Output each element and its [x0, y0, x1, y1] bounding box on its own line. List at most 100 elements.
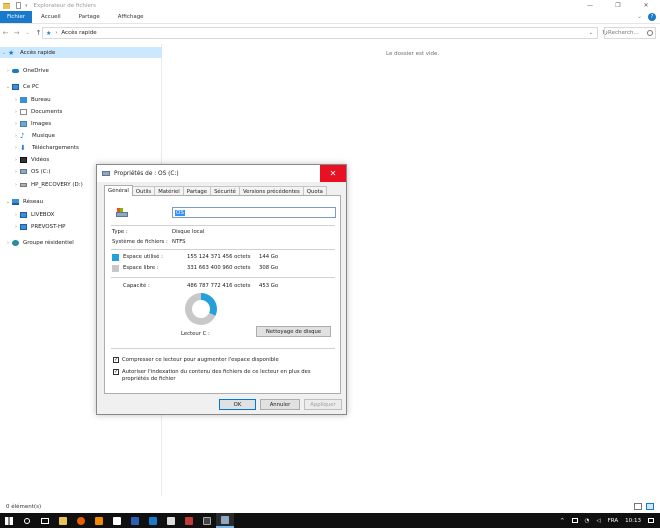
task-view-button[interactable]: [36, 513, 54, 528]
network-icon[interactable]: ◔: [585, 518, 590, 524]
chevron-right-icon[interactable]: ›: [12, 182, 20, 188]
close-button[interactable]: ✕: [632, 0, 660, 11]
chevron-right-icon[interactable]: ›: [12, 169, 20, 175]
battery-icon[interactable]: [571, 518, 578, 523]
ok-button[interactable]: OK: [219, 399, 256, 410]
taskbar-app-store[interactable]: [108, 513, 126, 528]
download-icon: ⬇: [20, 143, 26, 152]
address-path[interactable]: Accès rapide: [61, 30, 96, 36]
used-space-bytes: 155 124 371 456 octets: [187, 254, 251, 260]
nav-label: Bureau: [31, 96, 51, 103]
chevron-right-icon[interactable]: ›: [4, 240, 12, 246]
taskbar-app-display[interactable]: [198, 513, 216, 528]
taskbar-app-firefox[interactable]: [72, 513, 90, 528]
taskbar-search-button[interactable]: [18, 513, 36, 528]
chevron-right-icon[interactable]: ›: [12, 145, 20, 151]
chevron-right-icon[interactable]: ›: [55, 30, 57, 36]
chevron-right-icon[interactable]: ›: [12, 212, 20, 218]
maximize-button[interactable]: ❐: [604, 0, 632, 11]
images-icon: [20, 120, 27, 127]
address-bar[interactable]: ★ › Accès rapide ⌄: [42, 27, 598, 39]
chevron-right-icon[interactable]: ›: [12, 109, 20, 115]
chevron-down-icon[interactable]: ⌄: [589, 30, 593, 36]
taskbar-app-calculator[interactable]: [162, 513, 180, 528]
chevron-right-icon[interactable]: ›: [4, 68, 12, 74]
show-hidden-icons-icon[interactable]: ^: [560, 518, 565, 524]
compress-checkbox[interactable]: ✓: [113, 357, 119, 363]
compress-label[interactable]: Compresser ce lecteur pour augmenter l'e…: [122, 357, 279, 363]
chevron-right-icon[interactable]: ›: [12, 157, 20, 163]
recent-dropdown-icon[interactable]: ⌄: [22, 30, 33, 36]
details-view-icon[interactable]: [634, 503, 642, 510]
nav-item-this-pc[interactable]: ⌄ Ce PC: [4, 81, 39, 92]
drive-name-input[interactable]: OS: [172, 207, 336, 218]
desktop-folder-icon: [20, 96, 27, 103]
tab-share[interactable]: Partage: [70, 11, 109, 23]
large-icons-view-icon[interactable]: [646, 503, 654, 510]
indexing-label[interactable]: Autoriser l'indexation du contenu des fi…: [122, 369, 327, 383]
taskbar-app-media[interactable]: [144, 513, 162, 528]
dialog-titlebar: Propriétés de : OS (C:) ✕: [97, 165, 346, 182]
free-space-size: 308 Go: [259, 265, 279, 271]
notifications-icon[interactable]: [648, 518, 654, 523]
nav-item-hp-recovery[interactable]: › HP_RECOVERY (D:): [12, 179, 83, 190]
chevron-right-icon[interactable]: ›: [12, 121, 20, 127]
taskbar-app-drive-properties[interactable]: [216, 513, 234, 528]
apply-button[interactable]: Appliquer: [304, 399, 342, 410]
help-icon[interactable]: ?: [648, 13, 656, 21]
indexing-checkbox[interactable]: ✓: [113, 369, 119, 375]
drive-icon: [20, 182, 27, 187]
chevron-right-icon[interactable]: ›: [12, 224, 20, 230]
forward-arrow-icon[interactable]: →: [11, 29, 22, 37]
search-input[interactable]: Recherch...: [604, 27, 656, 39]
nav-item-livebox[interactable]: › LIVEBOX: [12, 209, 54, 220]
nav-item-network[interactable]: ⌄ Réseau: [4, 196, 43, 207]
pc-icon: [12, 83, 19, 90]
nav-item-desktop[interactable]: › Bureau: [12, 94, 51, 105]
tab-view[interactable]: Affichage: [109, 11, 153, 23]
taskbar-app-word[interactable]: [126, 513, 144, 528]
start-button[interactable]: [0, 513, 18, 528]
chevron-down-icon[interactable]: ⌄: [4, 84, 12, 90]
tab-file[interactable]: Fichier: [0, 11, 32, 23]
disk-cleanup-button[interactable]: Nettoyage de disque: [256, 326, 331, 337]
properties-icon[interactable]: [16, 2, 21, 9]
taskbar-app-file-explorer[interactable]: [54, 513, 72, 528]
chevron-right-icon[interactable]: ›: [12, 97, 20, 103]
language-indicator[interactable]: FRA: [608, 518, 619, 524]
nav-label: Images: [31, 120, 52, 127]
free-space-bytes: 331 663 400 960 octets: [187, 265, 251, 271]
display-icon: [203, 516, 211, 525]
nav-item-images[interactable]: › Images: [12, 118, 51, 129]
expand-ribbon-icon[interactable]: ⌄: [637, 13, 642, 21]
nav-label: OS (C:): [31, 168, 51, 175]
chevron-down-icon[interactable]: ⌄: [4, 199, 12, 205]
minimize-button[interactable]: —: [576, 0, 604, 11]
divider: [111, 249, 335, 250]
back-arrow-icon[interactable]: ←: [0, 29, 11, 37]
chevron-right-icon[interactable]: ›: [12, 133, 20, 139]
nav-item-downloads[interactable]: › ⬇ Téléchargements: [12, 142, 79, 153]
taskbar-app-tool[interactable]: [180, 513, 198, 528]
nav-label: Documents: [31, 108, 63, 115]
chevron-down-icon[interactable]: ⌄: [0, 50, 8, 56]
volume-icon[interactable]: ◁: [596, 518, 600, 524]
nav-item-homegroup[interactable]: › Groupe résidentiel: [4, 237, 74, 248]
drive-name-value[interactable]: OS: [175, 209, 185, 216]
type-value: Disque local: [172, 229, 205, 235]
cancel-button[interactable]: Annuler: [260, 399, 300, 410]
taskbar-app-vlc[interactable]: [90, 513, 108, 528]
nav-item-quick-access[interactable]: ⌄ ★ Accès rapide: [0, 47, 162, 58]
nav-item-prevost-hp[interactable]: › PREVOST-HP: [12, 221, 65, 232]
tab-general[interactable]: Général: [104, 185, 133, 196]
nav-item-os-c[interactable]: › OS (C:): [12, 166, 51, 177]
dialog-close-button[interactable]: ✕: [320, 165, 346, 182]
nav-item-music[interactable]: › ♪ Musique: [12, 130, 55, 141]
nav-item-videos[interactable]: › Vidéos: [12, 154, 49, 165]
clock[interactable]: 10:13: [625, 518, 641, 524]
nav-item-documents[interactable]: › Documents: [12, 106, 62, 117]
tab-home[interactable]: Accueil: [32, 11, 70, 23]
folder-icon: [59, 516, 67, 525]
quick-access-dropdown-icon[interactable]: ▾: [25, 3, 28, 9]
nav-item-onedrive[interactable]: › OneDrive: [4, 65, 49, 76]
